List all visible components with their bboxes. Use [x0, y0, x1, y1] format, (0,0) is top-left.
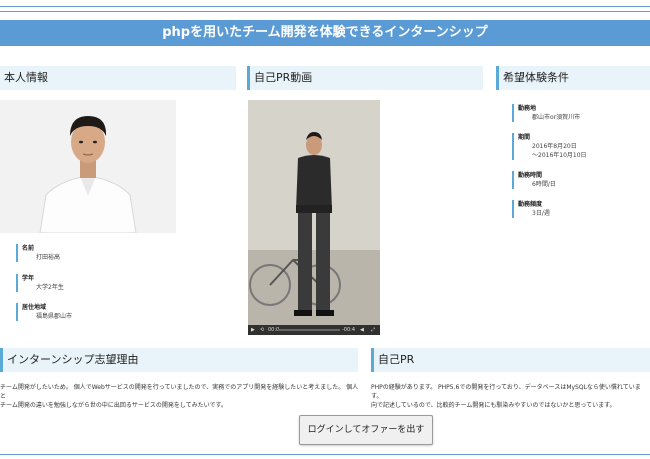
bottom-rule: [0, 454, 650, 455]
condition-frequency: 勤務頻度 3日/週: [512, 200, 550, 218]
reason-text: チーム開発がしたいため。 個人でWebサービスの開発を行っていましたので、実務で…: [0, 384, 359, 409]
section-header-reason: インターンシップ志望理由: [0, 348, 358, 372]
top-rule: [0, 6, 650, 7]
login-offer-button[interactable]: ログインしてオファーを出す: [299, 415, 433, 445]
page-title-banner: phpを用いたチーム開発を体験できるインターンシップ: [0, 20, 650, 46]
video-controls: ▶ ⟲ 00:0 -00:4 ◀ ⤢: [248, 325, 380, 335]
volume-icon[interactable]: ◀: [360, 327, 364, 333]
video-remaining-time: -00:4: [342, 327, 356, 333]
video-seek-bar[interactable]: [278, 329, 340, 331]
condition-hours: 勤務時間 6時間/日: [512, 171, 556, 189]
section-header-self-pr: 自己PR: [371, 348, 650, 372]
profile-photo: [0, 100, 176, 233]
section-header-profile: 本人情報: [0, 66, 236, 90]
play-icon[interactable]: ▶: [251, 327, 255, 333]
fullscreen-icon[interactable]: ⤢: [371, 327, 375, 333]
condition-location: 勤務地 郡山市or須賀川市: [512, 104, 580, 122]
top-rule-secondary: [0, 11, 650, 12]
pr-video-player[interactable]: ▶ ⟲ 00:0 -00:4 ◀ ⤢: [248, 100, 380, 335]
self-pr-text: PHPの経験があります。 PHP5.6での開発を行っており、データベースはMyS…: [371, 384, 641, 409]
profile-name: 名前 打田裕高: [16, 244, 60, 262]
replay-icon[interactable]: ⟲: [260, 327, 264, 333]
profile-residence: 居住地域 福島県郡山市: [16, 303, 72, 321]
profile-grade: 学年 大学2年生: [16, 274, 64, 292]
section-header-video: 自己PR動画: [247, 66, 483, 90]
condition-period: 期間 2016年8月20日 ～2016年10月10日: [512, 133, 587, 160]
section-header-conditions: 希望体験条件: [496, 66, 650, 90]
